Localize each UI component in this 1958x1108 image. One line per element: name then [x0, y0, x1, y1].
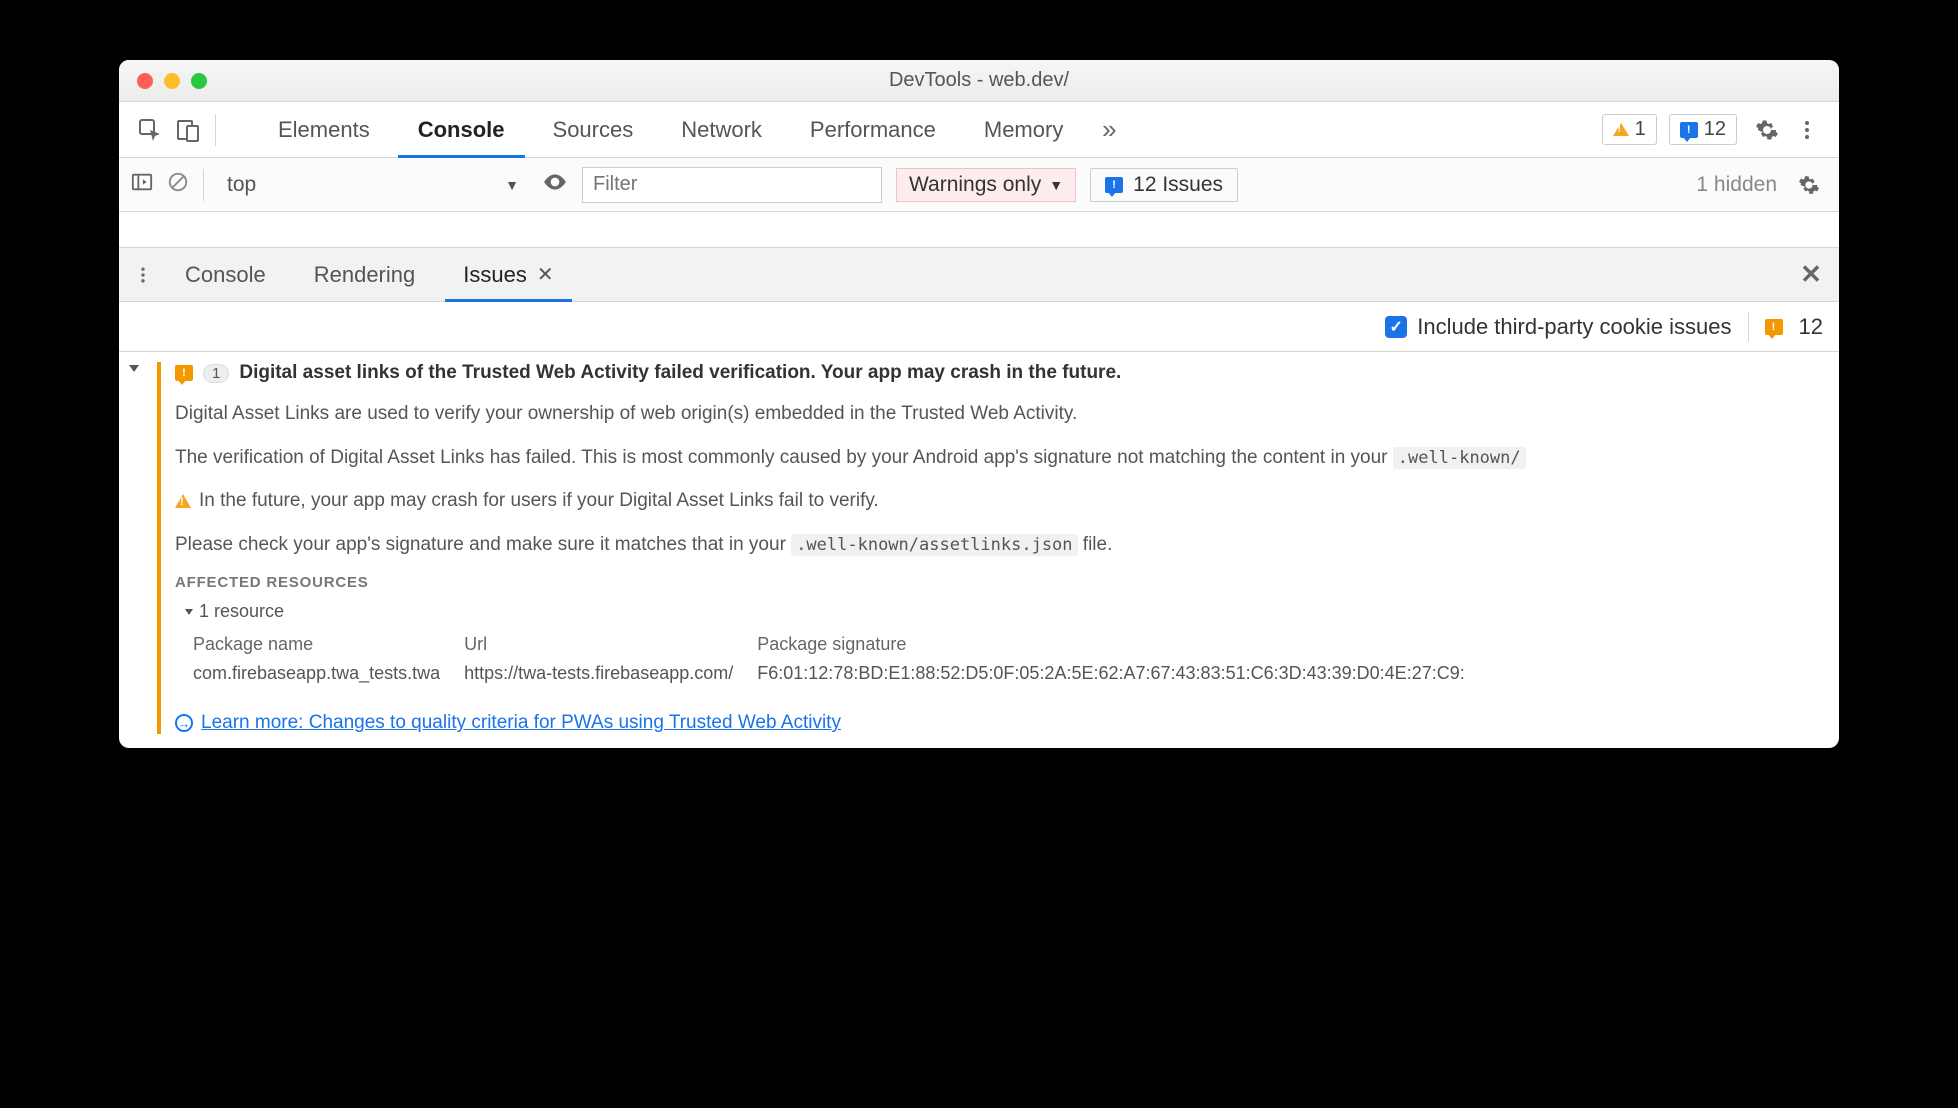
close-window-button[interactable] — [137, 73, 153, 89]
col-url: Url — [464, 630, 757, 659]
issue-item: ! 1 Digital asset links of the Trusted W… — [119, 352, 1839, 748]
cell-url: https://twa-tests.firebaseapp.com/ — [464, 659, 757, 688]
tab-sources[interactable]: Sources — [529, 102, 658, 157]
hidden-count-label[interactable]: 1 hidden — [1696, 173, 1777, 197]
resource-summary-toggle[interactable]: 1 resource — [185, 601, 1831, 622]
divider — [1748, 312, 1749, 342]
warning-icon — [175, 494, 191, 508]
kebab-menu-icon[interactable] — [1789, 112, 1825, 148]
learn-more-text[interactable]: Learn more: Changes to quality criteria … — [201, 712, 841, 734]
issue-icon: ! — [1105, 177, 1123, 193]
drawer-tabs: Console Rendering Issues ✕ ✕ — [119, 248, 1839, 302]
issue-description-p1: Digital Asset Links are used to verify y… — [175, 400, 1831, 428]
affected-resources-table: Package name Url Package signature com.f… — [193, 630, 1489, 688]
code-snippet: .well-known/assetlinks.json — [791, 534, 1077, 556]
table-row[interactable]: com.firebaseapp.twa_tests.twa https://tw… — [193, 659, 1489, 688]
chevron-down-icon: ▼ — [1049, 177, 1063, 193]
chevron-down-icon — [129, 365, 139, 372]
cell-signature: F6:01:12:78:BD:E1:88:52:D5:0F:05:2A:5E:6… — [757, 659, 1488, 688]
issue-header[interactable]: ! 1 Digital asset links of the Trusted W… — [175, 362, 1831, 384]
col-signature: Package signature — [757, 630, 1488, 659]
close-tab-icon[interactable]: ✕ — [537, 262, 554, 287]
titlebar: DevTools - web.dev/ — [119, 60, 1839, 102]
context-label: top — [227, 173, 256, 197]
inspect-element-icon[interactable] — [133, 113, 167, 147]
more-tabs-button[interactable]: » — [1091, 112, 1127, 148]
open-issues-button[interactable]: ! 12 Issues — [1090, 168, 1238, 202]
chevron-down-icon — [185, 609, 193, 615]
include-third-party-label: Include third-party cookie issues — [1417, 314, 1731, 340]
drawer-menu-icon[interactable] — [129, 257, 157, 293]
drawer-tab-issues[interactable]: Issues ✕ — [443, 248, 573, 301]
issues-badge[interactable]: ! 12 — [1669, 114, 1737, 145]
tab-memory[interactable]: Memory — [960, 102, 1087, 157]
toggle-sidebar-icon[interactable] — [131, 171, 153, 199]
tab-console[interactable]: Console — [394, 102, 529, 157]
console-settings-icon[interactable] — [1791, 167, 1827, 203]
tab-network[interactable]: Network — [657, 102, 786, 157]
log-level-selector[interactable]: Warnings only ▼ — [896, 168, 1076, 202]
window-title: DevTools - web.dev/ — [119, 69, 1839, 92]
console-output-area — [119, 212, 1839, 248]
affected-resources-heading: Affected Resources — [175, 574, 1831, 591]
divider — [215, 114, 216, 146]
console-filter-bar: top ▼ Warnings only ▼ ! 12 Issues 1 hidd… — [119, 158, 1839, 212]
tab-elements[interactable]: Elements — [254, 102, 394, 157]
divider — [203, 169, 204, 201]
device-toolbar-icon[interactable] — [171, 113, 205, 147]
drawer-tab-rendering[interactable]: Rendering — [294, 248, 436, 301]
issues-button-label: 12 Issues — [1133, 173, 1223, 197]
cell-package-name: com.firebaseapp.twa_tests.twa — [193, 659, 464, 688]
clear-console-icon[interactable] — [167, 171, 189, 199]
issue-icon: ! — [175, 365, 193, 381]
drawer-tab-console[interactable]: Console — [165, 248, 286, 301]
external-link-icon: → — [175, 714, 193, 732]
chevron-down-icon: ▼ — [505, 177, 519, 193]
issues-count: 12 — [1704, 118, 1726, 141]
window-controls — [119, 73, 207, 89]
issue-warning-line: In the future, your app may crash for us… — [175, 487, 1831, 515]
expand-toggle[interactable] — [129, 362, 171, 734]
total-issue-count: 12 — [1799, 314, 1823, 340]
warning-icon — [1613, 123, 1629, 136]
minimize-window-button[interactable] — [164, 73, 180, 89]
code-snippet: .well-known/ — [1393, 447, 1526, 469]
zoom-window-button[interactable] — [191, 73, 207, 89]
context-selector[interactable]: top ▼ — [218, 168, 528, 202]
warnings-badge[interactable]: 1 — [1602, 114, 1657, 145]
issue-title: Digital asset links of the Trusted Web A… — [239, 362, 1121, 384]
tab-performance[interactable]: Performance — [786, 102, 960, 157]
severity-stripe — [157, 362, 161, 734]
checkbox-checked-icon: ✓ — [1385, 316, 1407, 338]
include-third-party-checkbox[interactable]: ✓ Include third-party cookie issues — [1385, 314, 1731, 340]
issue-description-p2: The verification of Digital Asset Links … — [175, 444, 1831, 472]
table-header-row: Package name Url Package signature — [193, 630, 1489, 659]
issue-icon: ! — [1765, 319, 1783, 335]
panel-tabs: Elements Console Sources Network Perform… — [254, 102, 1087, 157]
learn-more-link[interactable]: → Learn more: Changes to quality criteri… — [175, 712, 1831, 734]
live-expression-icon[interactable] — [542, 169, 568, 201]
issue-description-p4: Please check your app's signature and ma… — [175, 531, 1831, 559]
devtools-window: DevTools - web.dev/ Elements Console Sou… — [119, 60, 1839, 748]
main-toolbar: Elements Console Sources Network Perform… — [119, 102, 1839, 158]
col-package-name: Package name — [193, 630, 464, 659]
level-label: Warnings only — [909, 173, 1041, 197]
settings-icon[interactable] — [1749, 112, 1785, 148]
issues-options-bar: ✓ Include third-party cookie issues ! 12 — [119, 302, 1839, 352]
warnings-count: 1 — [1635, 118, 1646, 141]
issue-occurrence-count: 1 — [203, 364, 229, 383]
close-drawer-icon[interactable]: ✕ — [1793, 259, 1829, 290]
issue-icon: ! — [1680, 122, 1698, 138]
filter-input[interactable] — [582, 167, 882, 203]
drawer-tab-issues-label: Issues — [463, 262, 527, 288]
